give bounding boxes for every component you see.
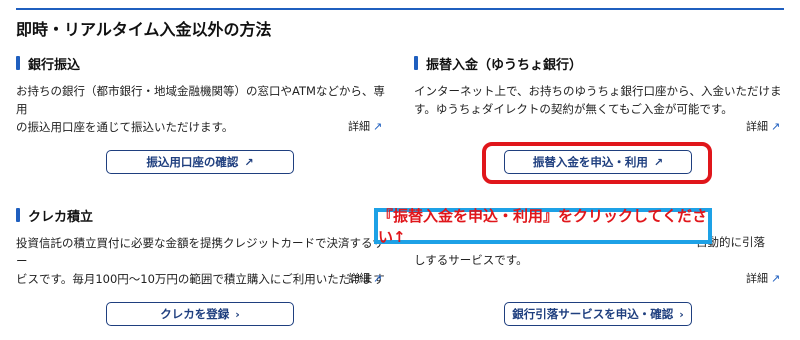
auto-debit-apply-button[interactable]: 銀行引落サービスを申込・確認 › <box>504 302 692 326</box>
section-title: 即時・リアルタイム入金以外の方法 <box>16 20 272 39</box>
detail-label: 詳細 <box>746 272 768 285</box>
detail-link-postal-transfer[interactable]: 詳細 ↗ <box>746 118 794 134</box>
card-header: クレカ積立 <box>16 206 388 226</box>
accent-bar <box>414 56 418 70</box>
card-header: 振替入金（ゆうちょ銀行） <box>414 54 786 74</box>
chevron-right-icon: › <box>235 307 240 321</box>
external-link-icon: ↗ <box>373 272 383 285</box>
card-postal-transfer: 振替入金（ゆうちょ銀行） インターネット上で、お持ちのゆうちょ銀行口座から、入金… <box>414 54 786 118</box>
detail-label: 詳細 <box>348 272 370 285</box>
detail-label: 詳細 <box>348 120 370 133</box>
detail-link-credit-card[interactable]: 詳細 ↗ <box>348 270 794 286</box>
external-link-icon: ↗ <box>771 120 781 133</box>
card-title: 振替入金（ゆうちょ銀行） <box>426 58 583 73</box>
card-header: 銀行振込 <box>16 54 388 74</box>
highlight-outline <box>482 142 712 184</box>
card-description: 投資信託の積立買付に必要な金額を提携クレジットカードで決済するサー ビスです。毎… <box>16 236 385 286</box>
card-bank-transfer: 銀行振込 お持ちの銀行（都市銀行・地域金融機関等）の窓口やATMなどから、専用 … <box>16 54 388 136</box>
button-label: クレカを登録 <box>160 307 230 321</box>
card-auto-debit-text: しするサービスです。 <box>414 253 528 267</box>
detail-label: 詳細 <box>746 120 768 133</box>
button-label: 振込用口座の確認 <box>146 155 239 169</box>
external-link-icon: ↗ <box>244 155 254 169</box>
register-credit-card-button[interactable]: クレカを登録 › <box>106 302 294 326</box>
section-top-rule <box>16 8 784 10</box>
external-link-icon: ↗ <box>373 120 383 133</box>
accent-bar <box>16 56 20 70</box>
button-label: 銀行引落サービスを申込・確認 <box>512 307 674 321</box>
card-title: 銀行振込 <box>28 58 81 73</box>
check-transfer-account-button[interactable]: 振込用口座の確認 ↗ <box>106 150 294 174</box>
card-title: クレカ積立 <box>28 210 94 225</box>
external-link-icon: ↗ <box>771 272 781 285</box>
detail-link-auto-debit[interactable]: 詳細 ↗ <box>746 270 794 286</box>
chevron-right-icon: › <box>679 307 684 321</box>
card-description: インターネット上で、お持ちのゆうちょ銀行口座から、入金いただけま す。ゆうちょダ… <box>414 84 782 116</box>
accent-bar <box>16 208 20 222</box>
instruction-callout: 『振替入金を申込・利用』をクリックしてください↑ <box>374 207 712 246</box>
detail-link-bank-transfer[interactable]: 詳細 ↗ <box>348 118 794 134</box>
card-description: お持ちの銀行（都市銀行・地域金融機関等）の窓口やATMなどから、専用 の振込用口… <box>16 84 385 134</box>
card-credit-card: クレカ積立 投資信託の積立買付に必要な金額を提携クレジットカードで決済するサー … <box>16 206 388 288</box>
